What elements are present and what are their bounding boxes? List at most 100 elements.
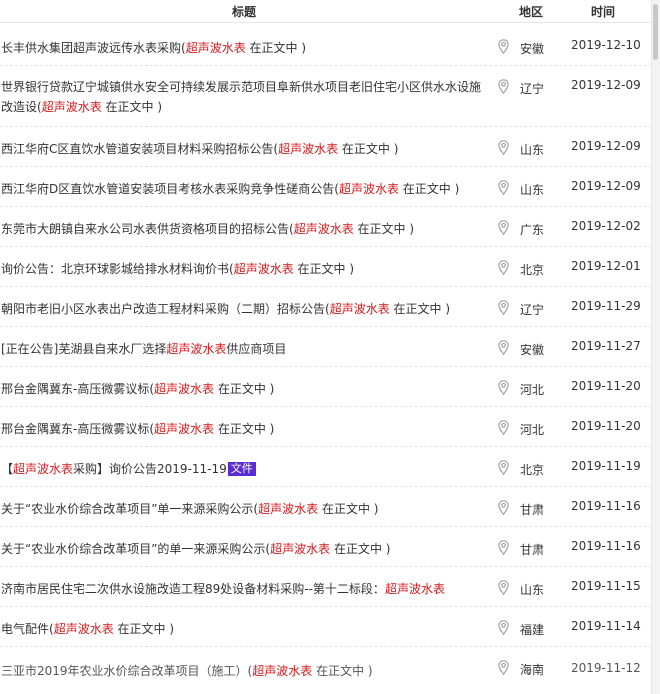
publish-date: 2019-11-20 [571,379,641,393]
location-pin-icon [498,300,509,316]
table-row: 邢台金隅冀东-高压微雾议标(超声波水表 在正文中 ) 河北 2019-11-20 [0,367,652,407]
publish-date: 2019-11-20 [571,419,641,433]
title-text: 济南市居民住宅二次供水设施改造工程89处设备材料采购--第十二标段： [1,582,385,596]
title-text: 邢台金隅冀东-高压微雾议标( [1,382,155,396]
title-text: 关于“农业水价综合改革项目”单一来源采购公示( [1,502,259,516]
tender-title-link[interactable]: 询价公告：北京环球影城给排水材料询价书(超声波水表 在正文中 ) [1,259,481,279]
title-suffix: 采购】询价公告2019-11-19 [73,462,227,476]
tender-title-link[interactable]: 邢台金隅冀东-高压微雾议标(超声波水表 在正文中 ) [1,379,481,399]
tender-title-link[interactable]: 电气配件(超声波水表 在正文中 ) [1,619,481,639]
region-label: 安徽 [520,343,545,357]
header-title: 标题 [232,5,257,19]
keyword-highlight: 超声波水表 [233,262,294,276]
table-row: 邢台金隅冀东-高压微雾议标(超声波水表 在正文中 ) 河北 2019-11-20 [0,407,652,447]
table-row: 询价公告：北京环球影城给排水材料询价书(超声波水表 在正文中 ) 北京 2019-1… [0,247,652,287]
table-row: 朝阳市老旧小区水表出户改造工程材料采购（二期）招标公告(超声波水表 在正文中 )… [0,287,652,327]
keyword-highlight: 超声波水表 [338,182,399,196]
title-suffix: 在正文中 ) [245,41,307,55]
region-label: 北京 [520,263,545,277]
publish-date: 2019-11-16 [571,499,641,513]
tender-title-link[interactable]: 长丰供水集团超声波远传水表采购(超声波水表 在正文中 ) [1,38,481,58]
publish-date: 2019-12-02 [571,219,641,233]
table-row: [正在公告]芜湖县自来水厂选择超声波水表供应商项目 安徽 2019-11-27 [0,327,652,367]
location-pin-icon [498,620,509,636]
tender-title-link[interactable]: 西江华府C区直饮水管道安装项目材料采购招标公告(超声波水表 在正文中 ) [1,139,481,159]
file-tag[interactable]: 文件 [227,462,256,476]
keyword-highlight: 超声波水表 [53,622,114,636]
tender-title-link[interactable]: 【超声波水表采购】询价公告2019-11-19 文件 [1,459,481,479]
table-row: 济南市居民住宅二次供水设施改造工程89处设备材料采购--第十二标段：超声波水表 山… [0,567,652,607]
tender-title-link[interactable]: 邢台金隅冀东-高压微雾议标(超声波水表 在正文中 ) [1,419,481,439]
publish-date: 2019-11-15 [571,579,641,593]
publish-date: 2019-12-01 [571,259,641,273]
title-text: [正在公告]芜湖县自来水厂选择 [1,342,167,356]
tender-title-link[interactable]: 东莞市大朗镇自来水公司水表供货资格项目的招标公告(超声波水表 在正文中 ) [1,219,481,239]
location-pin-icon [498,580,509,596]
title-text: 【 [1,462,14,476]
tender-title-link[interactable]: 西江华府D区直饮水管道安装项目考核水表采购竞争性磋商公告(超声波水表 在正文中 … [1,179,481,199]
title-suffix: 在正文中 ) [353,222,415,236]
region-label: 辽宁 [520,82,545,96]
table-row: 长丰供水集团超声波远传水表采购(超声波水表 在正文中 ) 安徽 2019-12-10 [0,26,652,66]
publish-date: 2019-11-14 [571,619,641,633]
location-pin-icon [498,540,509,556]
title-suffix: 在正文中 ) [113,622,175,636]
publish-date: 2019-11-16 [571,539,641,553]
title-text: 电气配件( [1,622,54,636]
location-pin-icon [498,420,509,436]
title-suffix: 在正文中 ) [293,262,355,276]
title-text: 朝阳市老旧小区水表出户改造工程材料采购（二期）招标公告( [1,302,330,316]
region-label: 海南 [520,663,545,677]
table-row: 【超声波水表采购】询价公告2019-11-19 文件 北京 2019-11-19 [0,447,652,487]
keyword-highlight: 超声波水表 [270,542,331,556]
region-label: 福建 [520,623,545,637]
title-text: 三亚市2019年农业水价综合改革项目（施工）( [1,664,253,678]
location-pin-icon [498,140,509,156]
tender-title-link[interactable]: [正在公告]芜湖县自来水厂选择超声波水表供应商项目 [1,339,481,359]
table-row: 西江华府C区直饮水管道安装项目材料采购招标公告(超声波水表 在正文中 ) 山东 20… [0,127,652,167]
publish-date: 2019-12-09 [571,139,641,153]
table-row: 东莞市大朗镇自来水公司水表供货资格项目的招标公告(超声波水表 在正文中 ) 广东 2… [0,207,652,247]
tender-title-link[interactable]: 朝阳市老旧小区水表出户改造工程材料采购（二期）招标公告(超声波水表 在正文中 ) [1,299,481,319]
title-text: 东莞市大朗镇自来水公司水表供货资格项目的招标公告( [1,222,294,236]
table-row: 关于“农业水价综合改革项目”的单一来源采购公示(超声波水表 在正文中 ) 甘肃 20… [0,527,652,567]
title-suffix: 在正文中 ) [389,302,451,316]
keyword-highlight: 超声波水表 [166,342,227,356]
table-row: 关于“农业水价综合改革项目”单一来源采购公示(超声波水表 在正文中 ) 甘肃 201… [0,487,652,527]
tender-title-link[interactable]: 关于“农业水价综合改革项目”的单一来源采购公示(超声波水表 在正文中 ) [1,539,481,559]
table-header: 标题 地区 时间 [0,0,652,23]
tender-title-link[interactable]: 世界银行贷款辽宁城镇供水安全可持续发展示范项目阜新供水项目老旧住宅小区供水水设施… [1,77,481,117]
keyword-highlight: 超声波水表 [278,142,339,156]
keyword-highlight: 超声波水表 [329,302,390,316]
keyword-highlight: 超声波水表 [384,582,445,596]
region-label: 安徽 [520,42,545,56]
keyword-highlight: 超声波水表 [154,382,215,396]
title-text: 西江华府C区直饮水管道安装项目材料采购招标公告( [1,142,279,156]
title-suffix: 在正文中 ) [214,422,275,436]
keyword-highlight: 超声波水表 [154,422,215,436]
title-text: 询价公告：北京环球影城给排水材料询价书( [1,262,234,276]
region-label: 辽宁 [520,303,545,317]
location-pin-icon [498,79,509,95]
location-pin-icon [498,460,509,476]
table-row: 电气配件(超声波水表 在正文中 ) 福建 2019-11-14 [0,607,652,647]
scrollbar-thumb[interactable] [653,4,658,60]
keyword-highlight: 超声波水表 [258,502,319,516]
tender-title-link[interactable]: 三亚市2019年农业水价综合改革项目（施工）(超声波水表 在正文中 ) [1,661,481,681]
title-suffix: 在正文中 ) [312,664,373,678]
publish-date: 2019-11-12 [571,661,641,675]
region-label: 山东 [520,143,545,157]
title-suffix: 在正文中 ) [330,542,391,556]
table-row: 世界银行贷款辽宁城镇供水安全可持续发展示范项目阜新供水项目老旧住宅小区供水水设施… [0,66,652,127]
region-label: 广东 [520,223,545,237]
title-suffix: 在正文中 ) [101,100,163,114]
tender-list-panel: 标题 地区 时间 长丰供水集团超声波远传水表采购(超声波水表 在正文中 ) 安徽 2… [0,0,652,694]
publish-date: 2019-11-27 [571,339,641,353]
vertical-scrollbar[interactable] [651,0,660,694]
tender-title-link[interactable]: 济南市居民住宅二次供水设施改造工程89处设备材料采购--第十二标段：超声波水表 [1,579,481,599]
title-text: 邢台金隅冀东-高压微雾议标( [1,422,155,436]
region-label: 山东 [520,583,545,597]
publish-date: 2019-11-19 [571,459,641,473]
tender-title-link[interactable]: 关于“农业水价综合改革项目”单一来源采购公示(超声波水表 在正文中 ) [1,499,481,519]
location-pin-icon [498,39,509,55]
